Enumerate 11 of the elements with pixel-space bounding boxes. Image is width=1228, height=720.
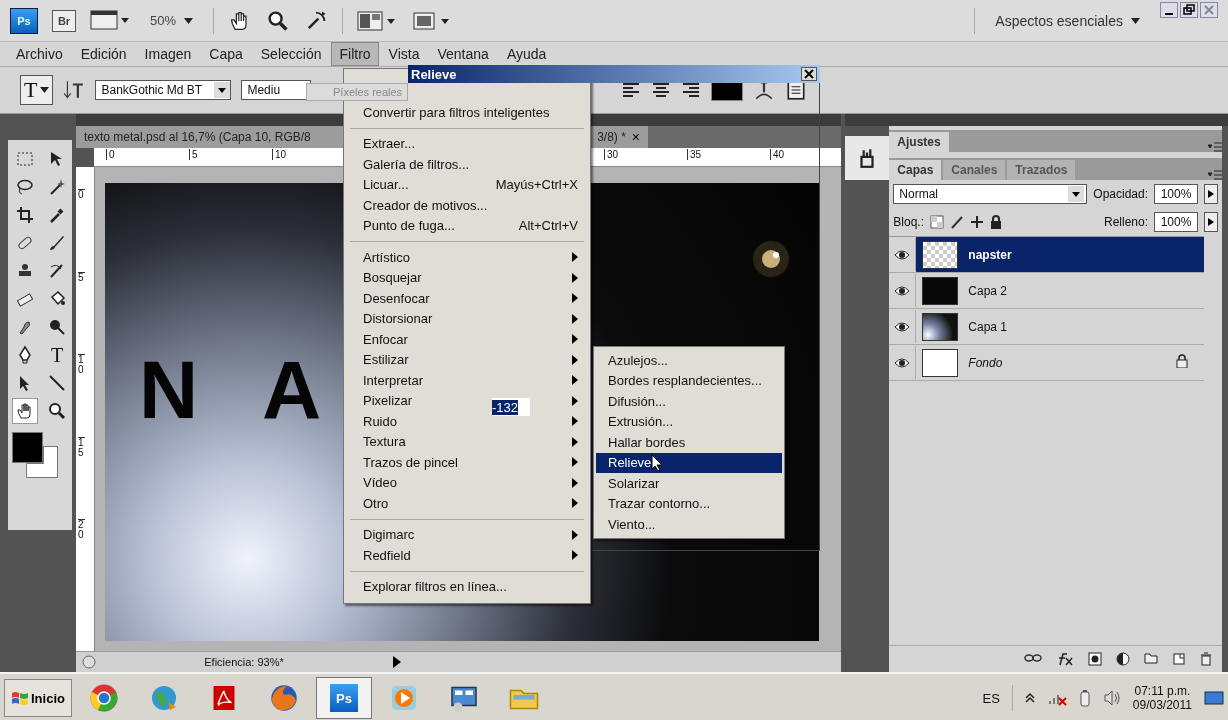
tooltip: Píxeles reales	[306, 83, 408, 101]
fill-label: Relleno:	[1103, 215, 1148, 229]
document-tab-title: 3/8) *	[597, 130, 626, 144]
opacity-label: Opacidad:	[1093, 187, 1148, 201]
document-tab-title: texto metal.psd al 16,7% (Capa 10, RGB/8	[84, 130, 311, 144]
app-logo-icon: Ps	[329, 684, 358, 712]
status-text: Eficiencia: 93%*	[203, 656, 285, 668]
vertical-ruler: 0 5 10 15 20	[76, 167, 95, 651]
canvas-text: N A	[139, 349, 344, 431]
lock-label: Bloq.:	[893, 215, 924, 229]
dialog-title-bar: Relieve	[408, 65, 820, 83]
